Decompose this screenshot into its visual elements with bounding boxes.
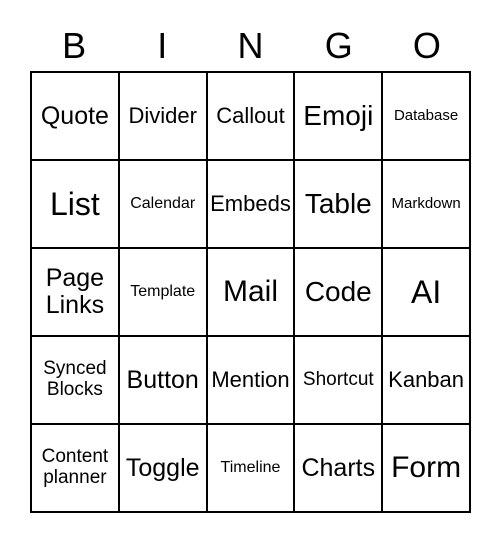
bingo-row: Page Links Template Mail Code AI — [32, 249, 469, 337]
bingo-cell[interactable]: Form — [383, 425, 469, 511]
bingo-cell[interactable]: AI — [383, 249, 469, 335]
bingo-header-letter: G — [324, 24, 353, 66]
bingo-card: B I N G O Quote Divider Callout Emoji Da… — [0, 0, 501, 544]
bingo-cell-label: Content planner — [41, 446, 109, 488]
bingo-cell-label: Calendar — [130, 195, 196, 213]
bingo-header-i: I — [118, 20, 206, 71]
bingo-cell[interactable]: Code — [295, 249, 384, 335]
bingo-cell-label: Callout — [216, 103, 285, 129]
bingo-cell[interactable]: Timeline — [207, 425, 296, 511]
bingo-row: Quote Divider Callout Emoji Database — [32, 73, 469, 161]
bingo-grid: Quote Divider Callout Emoji Database Lis… — [30, 71, 471, 513]
bingo-header-n: N — [206, 20, 294, 71]
bingo-cell-label: Mention — [211, 367, 290, 393]
bingo-cell[interactable]: Table — [295, 161, 384, 247]
bingo-cell-label: Table — [304, 187, 372, 219]
bingo-cell-label: AI — [410, 273, 442, 310]
bingo-cell[interactable]: Divider — [119, 73, 208, 159]
bingo-cell[interactable]: Embeds — [207, 161, 296, 247]
bingo-cell-label: Charts — [301, 453, 376, 482]
bingo-header-g: G — [295, 20, 383, 71]
bingo-cell[interactable]: Calendar — [119, 161, 208, 247]
bingo-cell[interactable]: Toggle — [119, 425, 208, 511]
bingo-header-row: B I N G O — [30, 20, 471, 71]
bingo-cell[interactable]: Synced Blocks — [32, 337, 120, 423]
bingo-cell-label: Embeds — [210, 191, 291, 217]
bingo-row: Synced Blocks Button Mention Shortcut Ka… — [32, 337, 469, 425]
bingo-cell[interactable]: Emoji — [295, 73, 384, 159]
bingo-cell-label: Template — [130, 283, 196, 301]
bingo-cell[interactable]: Quote — [32, 73, 120, 159]
bingo-cell[interactable]: Button — [119, 337, 208, 423]
bingo-cell-label: Markdown — [391, 194, 461, 212]
bingo-cell-label: Emoji — [303, 99, 374, 131]
bingo-cell-label: Quote — [40, 101, 109, 130]
bingo-cell-label: Timeline — [220, 459, 281, 477]
bingo-cell[interactable]: Markdown — [383, 161, 469, 247]
bingo-header-o: O — [383, 20, 471, 71]
bingo-cell[interactable]: Kanban — [383, 337, 469, 423]
bingo-row: Content planner Toggle Timeline Charts F… — [32, 425, 469, 511]
bingo-cell[interactable]: Content planner — [32, 425, 120, 511]
bingo-header-b: B — [30, 20, 118, 71]
bingo-cell[interactable]: Database — [383, 73, 469, 159]
bingo-cell-label: Page Links — [45, 264, 105, 319]
bingo-header-letter: B — [62, 24, 87, 66]
bingo-cell[interactable]: Template — [119, 249, 208, 335]
bingo-cell-label: Divider — [128, 103, 197, 129]
bingo-cell-label: Database — [393, 106, 459, 124]
bingo-cell[interactable]: Mail — [207, 249, 296, 335]
bingo-header-letter: I — [157, 24, 168, 66]
bingo-cell-label: Synced Blocks — [43, 358, 107, 400]
bingo-header-letter: N — [237, 24, 264, 66]
bingo-cell-label: List — [50, 185, 100, 222]
bingo-header-letter: O — [412, 24, 441, 66]
bingo-cell-label: Mail — [222, 274, 278, 308]
bingo-cell-label: Form — [391, 450, 462, 484]
bingo-cell-label: Toggle — [125, 453, 200, 482]
bingo-cell-label: Kanban — [388, 367, 465, 393]
bingo-row: List Calendar Embeds Table Markdown — [32, 161, 469, 249]
bingo-cell-label: Shortcut — [302, 368, 374, 390]
bingo-cell[interactable]: Mention — [207, 337, 296, 423]
bingo-cell-label: Button — [126, 365, 199, 394]
bingo-cell[interactable]: Page Links — [32, 249, 120, 335]
bingo-cell-label: Code — [304, 275, 372, 307]
bingo-cell[interactable]: Callout — [207, 73, 296, 159]
bingo-cell[interactable]: List — [32, 161, 120, 247]
bingo-cell[interactable]: Charts — [295, 425, 384, 511]
bingo-cell[interactable]: Shortcut — [295, 337, 384, 423]
